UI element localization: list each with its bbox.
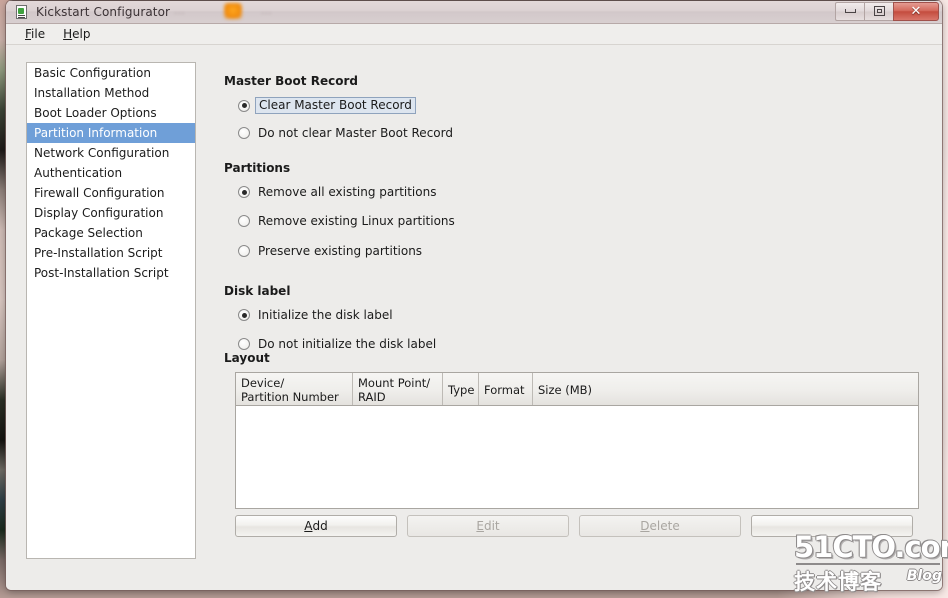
radio-initialize-disk-label-indicator[interactable] (238, 309, 250, 321)
title-bar: Kickstart Configurator ... ... ✕ (6, 0, 942, 24)
column-header-type-label: Type (448, 383, 475, 397)
column-header-device-line1: Device/ (241, 376, 285, 390)
radio-do-not-initialize-disk-label-label: Do not initialize the disk label (258, 337, 437, 351)
radio-remove-all-existing-partitions-label: Remove all existing partitions (258, 185, 437, 199)
navigation-list[interactable]: Basic Configuration Installation Method … (26, 62, 196, 559)
sidebar-item-package-selection[interactable]: Package Selection (27, 223, 195, 243)
client-area: Basic Configuration Installation Method … (6, 45, 942, 590)
column-header-size-label: Size (MB) (538, 383, 593, 397)
column-header-mount-line1: Mount Point/ (358, 376, 431, 390)
close-button[interactable]: ✕ (893, 1, 939, 21)
maximize-button[interactable] (864, 1, 893, 21)
radio-preserve-existing-partitions-indicator[interactable] (238, 245, 250, 257)
sidebar-item-installation-method[interactable]: Installation Method (27, 83, 195, 103)
add-button-label: dd (312, 519, 328, 533)
menu-item-help[interactable]: Help (54, 25, 99, 43)
radio-clear-mbr-label: Clear Master Boot Record (255, 97, 416, 114)
add-button-mnemonic: A (304, 519, 313, 533)
background-window-ghost-text-2: ... (261, 4, 272, 17)
section-title-disk-label: Disk label (224, 284, 291, 298)
edit-button-mnemonic: E (476, 519, 484, 533)
sidebar-item-network-configuration[interactable]: Network Configuration (27, 143, 195, 163)
sidebar-item-partition-information[interactable]: Partition Information (27, 123, 195, 143)
sidebar-item-pre-installation-script[interactable]: Pre-Installation Script (27, 243, 195, 263)
sidebar-item-boot-loader-options[interactable]: Boot Loader Options (27, 103, 195, 123)
section-title-partitions: Partitions (224, 161, 291, 175)
delete-button[interactable]: Delete (579, 515, 741, 537)
column-header-device-line2: Partition Number (241, 390, 339, 404)
sidebar-item-authentication[interactable]: Authentication (27, 163, 195, 183)
main-panel: Master Boot Record Clear Master Boot Rec… (218, 45, 934, 590)
delete-button-label: elete (649, 519, 680, 533)
radio-initialize-disk-label[interactable]: Initialize the disk label (238, 308, 393, 322)
radio-clear-mbr-indicator[interactable] (238, 99, 250, 112)
add-button[interactable]: Add (235, 515, 397, 537)
table-body[interactable] (236, 406, 918, 508)
radio-remove-all-existing-partitions-indicator[interactable] (238, 186, 250, 198)
radio-remove-existing-linux-partitions-label: Remove existing Linux partitions (258, 214, 455, 228)
partition-layout-table[interactable]: Device/ Partition Number Mount Point/ RA… (235, 372, 919, 509)
delete-button-mnemonic: D (640, 519, 650, 533)
sidebar-item-firewall-configuration[interactable]: Firewall Configuration (27, 183, 195, 203)
radio-remove-existing-linux-partitions-indicator[interactable] (238, 215, 250, 227)
menu-help-mnemonic: H (63, 27, 73, 41)
column-header-size-mb[interactable]: Size (MB) (533, 373, 918, 405)
radio-do-not-clear-mbr-indicator[interactable] (238, 127, 250, 139)
sidebar-item-display-configuration[interactable]: Display Configuration (27, 203, 195, 223)
application-window: Kickstart Configurator ... ... ✕ File He… (6, 0, 942, 590)
background-window-ghost-text-1: ... (174, 4, 185, 17)
menu-help-rest: elp (72, 27, 91, 41)
window-title: Kickstart Configurator (36, 4, 171, 19)
radio-remove-all-existing-partitions[interactable]: Remove all existing partitions (238, 185, 436, 199)
column-header-mount-point-raid[interactable]: Mount Point/ RAID (353, 373, 443, 405)
column-header-type[interactable]: Type (443, 373, 479, 405)
maximize-icon (873, 6, 885, 16)
radio-preserve-existing-partitions[interactable]: Preserve existing partitions (238, 244, 422, 258)
table-header-row: Device/ Partition Number Mount Point/ RA… (236, 373, 918, 406)
edit-button-label: dit (483, 519, 500, 533)
sidebar-item-basic-configuration[interactable]: Basic Configuration (27, 63, 195, 83)
minimize-icon (844, 9, 856, 13)
radio-do-not-initialize-disk-label[interactable]: Do not initialize the disk label (238, 337, 436, 351)
radio-do-not-clear-mbr-label: Do not clear Master Boot Record (258, 126, 453, 140)
application-icon (14, 4, 30, 20)
layout-action-buttons: Add Edit Delete (235, 515, 942, 537)
radio-do-not-initialize-disk-label-indicator[interactable] (238, 338, 250, 350)
minimize-button[interactable] (835, 1, 864, 21)
menu-item-file[interactable]: File (16, 25, 54, 43)
edit-button[interactable]: Edit (407, 515, 569, 537)
column-header-format[interactable]: Format (479, 373, 533, 405)
menu-file-rest: ile (31, 27, 46, 41)
background-window-orange-icon (224, 3, 242, 19)
menu-bar: File Help (6, 24, 942, 45)
close-icon: ✕ (910, 3, 922, 19)
sidebar-item-post-installation-script[interactable]: Post-Installation Script (27, 263, 195, 283)
section-title-master-boot-record: Master Boot Record (224, 74, 358, 88)
column-header-mount-line2: RAID (358, 390, 386, 404)
radio-initialize-disk-label-label: Initialize the disk label (258, 308, 393, 322)
caption-button-group: ✕ (835, 1, 939, 21)
radio-clear-mbr[interactable]: Clear Master Boot Record (238, 97, 416, 114)
radio-remove-existing-linux-partitions[interactable]: Remove existing Linux partitions (238, 214, 455, 228)
fourth-action-button[interactable] (751, 515, 913, 537)
column-header-device-partition-number[interactable]: Device/ Partition Number (236, 373, 353, 405)
radio-preserve-existing-partitions-label: Preserve existing partitions (258, 244, 423, 258)
section-title-layout: Layout (224, 351, 270, 365)
column-header-format-label: Format (484, 383, 525, 397)
radio-do-not-clear-mbr[interactable]: Do not clear Master Boot Record (238, 126, 453, 140)
